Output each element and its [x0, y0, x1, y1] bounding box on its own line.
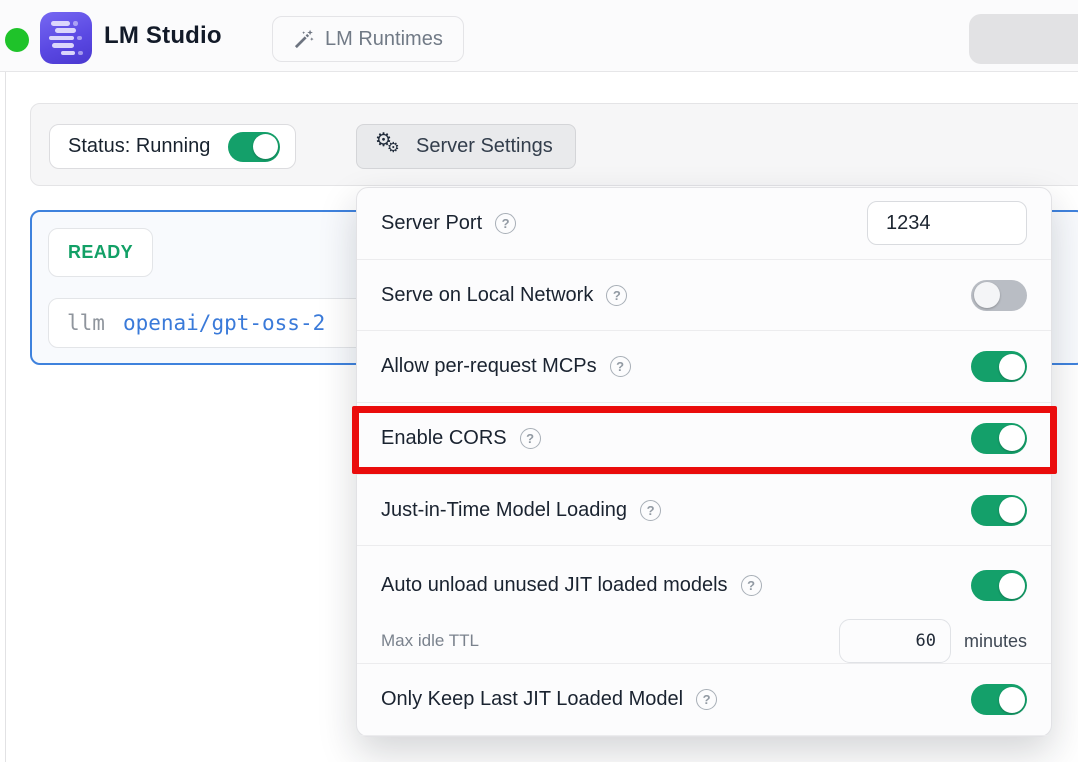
app-header: LM Studio LM Runtimes — [0, 0, 1078, 72]
server-port-label: Server Port — [381, 212, 482, 235]
help-icon[interactable]: ? — [696, 689, 717, 710]
setting-row-jit-loading: Just-in-Time Model Loading ? — [357, 475, 1051, 547]
help-icon[interactable]: ? — [520, 428, 541, 449]
lm-runtimes-label: LM Runtimes — [325, 28, 443, 51]
server-status-toolbar: Status: Running ⚙⚙ Server Settings — [30, 103, 1078, 186]
jit-loading-toggle[interactable] — [971, 495, 1027, 526]
model-name-label: openai/gpt-oss-2 — [123, 311, 325, 335]
help-icon[interactable]: ? — [495, 213, 516, 234]
server-settings-label: Server Settings — [416, 135, 553, 158]
help-icon[interactable]: ? — [741, 575, 762, 596]
enable-cors-label: Enable CORS — [381, 427, 507, 450]
server-status-pill: Status: Running — [49, 124, 296, 169]
setting-row-per-request-mcps: Allow per-request MCPs ? — [357, 331, 1051, 403]
app-title: LM Studio — [104, 22, 222, 50]
help-icon[interactable]: ? — [606, 285, 627, 306]
auto-unload-label: Auto unload unused JIT loaded models — [381, 574, 728, 597]
max-idle-ttl-input[interactable] — [839, 619, 951, 663]
server-status-label: Status: Running — [68, 135, 210, 158]
max-idle-ttl-row: Max idle TTL minutes — [381, 619, 1027, 663]
keep-last-jit-label: Only Keep Last JIT Loaded Model — [381, 688, 683, 711]
panel-left-border — [5, 72, 6, 762]
setting-row-server-port: Server Port ? — [357, 188, 1051, 260]
setting-row-local-network: Serve on Local Network ? — [357, 260, 1051, 332]
setting-row-keep-last-jit: Only Keep Last JIT Loaded Model ? — [357, 664, 1051, 736]
local-network-label: Serve on Local Network — [381, 284, 593, 307]
help-icon[interactable]: ? — [640, 500, 661, 521]
gears-icon: ⚙⚙ — [375, 133, 403, 161]
per-request-mcps-toggle[interactable] — [971, 351, 1027, 382]
ttl-unit-label: minutes — [964, 631, 1027, 652]
server-port-input[interactable] — [867, 201, 1027, 245]
setting-row-enable-cors: Enable CORS ? — [357, 403, 1051, 475]
model-type-label: llm — [67, 311, 105, 335]
setting-row-auto-unload: Auto unload unused JIT loaded models ? M… — [357, 546, 1051, 664]
ready-status-badge: READY — [48, 228, 153, 277]
toggle-knob — [999, 425, 1025, 451]
lm-runtimes-button[interactable]: LM Runtimes — [272, 16, 464, 62]
auto-unload-toggle[interactable] — [971, 570, 1027, 601]
server-status-toggle[interactable] — [228, 132, 280, 162]
jit-loading-label: Just-in-Time Model Loading — [381, 499, 627, 522]
server-settings-button[interactable]: ⚙⚙ Server Settings — [356, 124, 576, 169]
local-network-toggle[interactable] — [971, 280, 1027, 311]
lm-studio-logo-icon — [40, 12, 92, 64]
max-idle-ttl-label: Max idle TTL — [381, 631, 479, 651]
magic-wand-icon — [293, 29, 314, 50]
enable-cors-toggle[interactable] — [971, 423, 1027, 454]
toggle-knob — [999, 497, 1025, 523]
toggle-knob — [974, 282, 1000, 308]
server-settings-popover: Server Port ? Serve on Local Network ? A… — [356, 187, 1052, 737]
toggle-knob — [999, 573, 1025, 599]
keep-last-jit-toggle[interactable] — [971, 684, 1027, 715]
help-icon[interactable]: ? — [610, 356, 631, 377]
toggle-knob — [999, 687, 1025, 713]
toggle-knob — [999, 354, 1025, 380]
per-request-mcps-label: Allow per-request MCPs — [381, 355, 597, 378]
header-placeholder-button[interactable] — [969, 14, 1078, 64]
toggle-knob — [253, 134, 278, 159]
window-traffic-light-green[interactable] — [5, 28, 29, 52]
